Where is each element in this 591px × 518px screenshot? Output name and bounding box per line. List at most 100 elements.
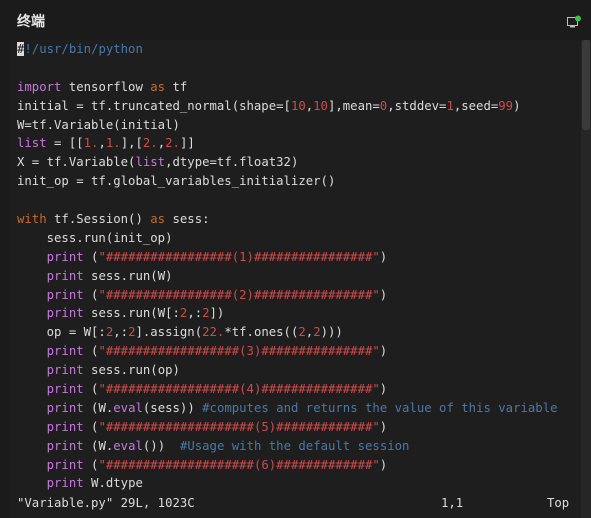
code-token: 10 — [313, 98, 328, 113]
code-line[interactable]: print (W.eval(sess)) #computes and retur… — [17, 401, 582, 420]
code-token: (W. — [83, 438, 114, 453]
code-token: tensorflow — [61, 79, 151, 94]
code-token: print — [46, 382, 84, 397]
code-line[interactable]: #!/usr/bin/python — [17, 42, 582, 61]
code-line[interactable]: print ("####################(5)#########… — [17, 420, 582, 439]
code-token: ].assign( — [135, 325, 203, 340]
code-token: 1. — [83, 136, 99, 151]
code-token: ,: — [113, 325, 129, 340]
code-line[interactable] — [17, 61, 582, 80]
code-line[interactable]: print sess.run(op) — [17, 363, 582, 382]
code-token: sess: — [165, 212, 210, 227]
code-line[interactable]: list = [[1.,1.],[2.,2.]] — [17, 136, 582, 155]
code-token: 10 — [290, 98, 306, 113]
code-token: import — [17, 79, 62, 94]
code-token: list — [135, 155, 166, 170]
code-token: *tf.ones(( — [224, 325, 299, 340]
code-token: sess.run(W) — [83, 268, 173, 283]
code-token: sess.run(init_op) — [17, 230, 173, 245]
code-token: 2 — [202, 306, 210, 321]
code-line[interactable]: print (W.eval()) #Usage with the default… — [17, 439, 582, 458]
code-line[interactable]: print ("##################(4)###########… — [17, 382, 582, 401]
code-line[interactable]: W=tf.Variable(initial) — [17, 118, 582, 137]
code-token: "##################(4)###############" — [98, 382, 380, 397]
code-line[interactable]: import tensorflow as tf — [17, 80, 582, 99]
code-token: print — [46, 457, 84, 472]
code-token: print — [46, 268, 84, 283]
code-line[interactable]: print sess.run(W[:2,:2]) — [17, 306, 582, 325]
code-line[interactable]: init_op = tf.global_variables_initialize… — [17, 174, 582, 193]
code-token: ( — [83, 419, 99, 434]
code-token: 1. — [105, 136, 121, 151]
code-token: 22. — [202, 325, 225, 340]
code-line[interactable]: with tf.Session() as sess: — [17, 212, 582, 231]
code-token: ()) — [142, 438, 180, 453]
code-token: X = tf.Variable( — [17, 155, 136, 170]
code-token: ( — [83, 249, 99, 264]
code-token: ) — [379, 419, 388, 434]
code-line[interactable]: print W.dtype — [17, 476, 582, 495]
code-token: ( — [83, 457, 99, 472]
code-token: ( — [83, 287, 99, 302]
code-token: print — [46, 249, 84, 264]
code-token: as — [150, 212, 166, 227]
code-line[interactable]: print ("##################(3)###########… — [17, 344, 582, 363]
code-line[interactable]: sess.run(init_op) — [17, 231, 582, 250]
code-token: "#################(1)################" — [98, 249, 380, 264]
code-token: print — [46, 476, 84, 491]
code-token: W.dtype — [83, 476, 143, 491]
code-token: ) — [379, 382, 388, 397]
code-token: print — [46, 363, 84, 378]
code-token: eval — [113, 438, 143, 453]
code-line[interactable]: X = tf.Variable(list,dtype=tf.float32) — [17, 155, 582, 174]
code-token: list — [17, 136, 47, 151]
code-line[interactable]: print sess.run(W) — [17, 269, 582, 288]
code-token: tf.Session() — [46, 212, 151, 227]
code-token: ]) — [209, 306, 225, 321]
code-token: init_op = tf.global_variables_initialize… — [17, 174, 336, 189]
code-line[interactable]: print ("#################(2)############… — [17, 288, 582, 307]
terminal-icon[interactable] — [567, 15, 581, 29]
code-token: 2 — [298, 325, 306, 340]
code-token: , — [157, 136, 166, 151]
code-line[interactable]: print ("#################(1)############… — [17, 250, 582, 269]
code-token: ,: — [187, 306, 203, 321]
code-token: print — [46, 306, 84, 321]
window-titlebar: 终端 — [0, 0, 591, 40]
window-title: 终端 — [17, 14, 45, 30]
code-view[interactable]: #!/usr/bin/python import tensorflow as t… — [17, 42, 582, 495]
code-token: 2 — [313, 325, 321, 340]
code-token: print — [46, 419, 84, 434]
code-line[interactable] — [17, 193, 582, 212]
code-token: sess.run(W[: — [83, 306, 180, 321]
code-token: "####################(5)#############" — [98, 419, 380, 434]
code-token: ],[ — [120, 136, 143, 151]
code-token: "####################(6)#############" — [98, 457, 380, 472]
scrollbar-thumb[interactable] — [582, 40, 590, 130]
code-token: = [[ — [46, 136, 84, 151]
code-token: ) — [379, 287, 388, 302]
code-token: 1 — [446, 98, 454, 113]
code-line[interactable]: initial = tf.truncated_normal(shape=[10,… — [17, 99, 582, 118]
code-token: ,seed= — [453, 98, 499, 113]
code-token: 99 — [498, 98, 514, 113]
code-token: sess.run(op) — [83, 363, 180, 378]
code-token: 2. — [165, 136, 180, 151]
status-scroll-position: Top — [547, 496, 570, 510]
code-token: op = W[: — [17, 325, 106, 340]
code-line[interactable]: op = W[:2,:2].assign(22.*tf.ones((2,2))) — [17, 325, 582, 344]
code-token: print — [46, 344, 84, 359]
status-cursor-position: 1,1 — [441, 496, 464, 510]
code-token: ) — [379, 344, 388, 359]
code-line[interactable]: print ("####################(6)#########… — [17, 458, 582, 477]
code-token: initial = tf.truncated_normal(shape=[ — [17, 98, 291, 113]
code-token: ) — [379, 457, 388, 472]
